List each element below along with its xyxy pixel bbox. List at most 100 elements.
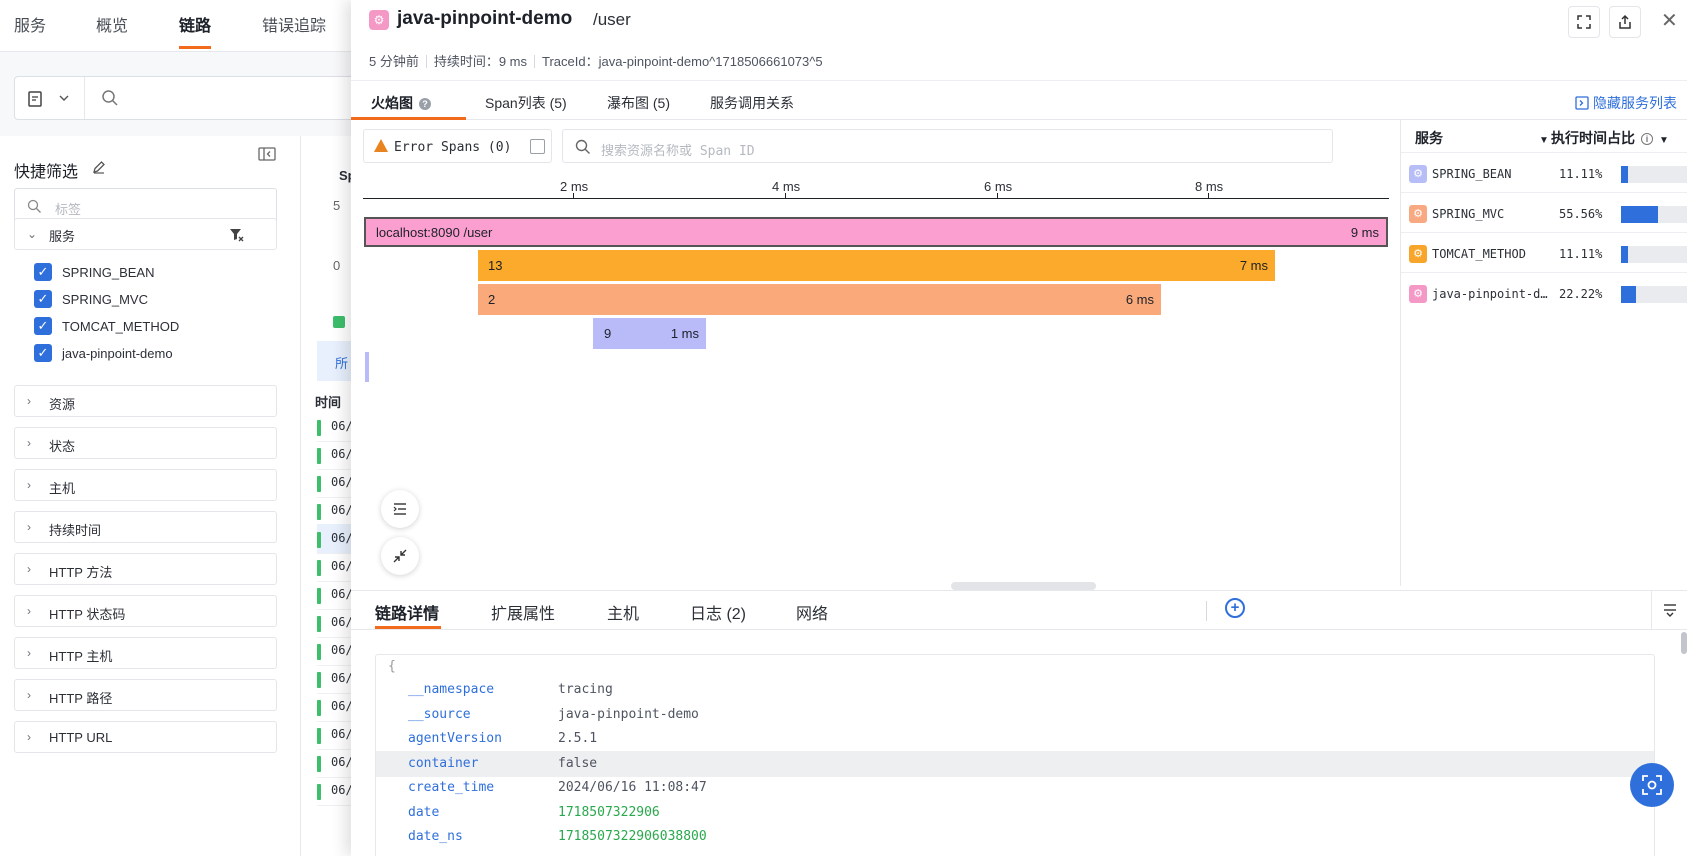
query-bar[interactable] <box>14 76 374 120</box>
service-name: java-pinpoint-demo <box>1432 287 1550 301</box>
row-time-fragment: 06/ <box>331 475 353 489</box>
row-time-fragment: 06/ <box>331 447 353 461</box>
fullscreen-button[interactable] <box>1568 6 1600 38</box>
clear-filter-icon[interactable] <box>229 227 245 243</box>
flame-span-tiny[interactable] <box>365 352 369 382</box>
attribute-row[interactable]: create_time 2024/06/16 11:08:47 <box>376 775 1654 801</box>
span-search-input[interactable]: 搜索资源名称或 Span ID <box>562 129 1333 163</box>
collapse-button[interactable] <box>381 537 419 575</box>
tab-trace-details[interactable]: 链路详情 <box>375 600 439 624</box>
axis-tick <box>997 193 998 199</box>
checkbox-checked-icon[interactable]: ✓ <box>34 290 52 308</box>
filter-group-http-path[interactable]: › HTTP 路径 <box>14 679 277 711</box>
tab-flame-graph[interactable]: 火焰图? <box>371 93 431 113</box>
trace-id[interactable]: TraceId：java-pinpoint-demo^1718506661073… <box>542 54 823 69</box>
filter-group-duration[interactable]: › 持续时间 <box>14 511 277 543</box>
service-icon: ⚙ <box>1409 245 1427 263</box>
checkbox-checked-icon[interactable]: ✓ <box>34 317 52 335</box>
service-ratio-panel: 服务 ▼ 执行时间占比 i ▼ ⚙ SPRING_BEAN 11.11% ⚙ SPRING_M… <box>1400 120 1687 586</box>
tab-service-map[interactable]: 服务调用关系 <box>710 93 794 113</box>
tab-network[interactable]: 网络 <box>796 600 828 624</box>
tab-host[interactable]: 主机 <box>607 600 639 624</box>
tab-extended-attributes[interactable]: 扩展属性 <box>491 600 555 624</box>
filter-group-label: 资源 <box>49 397 76 412</box>
attribute-key: __namespace <box>408 682 495 697</box>
service-column-header[interactable]: 服务 ▼ <box>1415 128 1549 148</box>
flame-span[interactable]: 9 1 ms <box>593 318 706 349</box>
status-bar <box>317 756 321 772</box>
nav-tab-error-tracking[interactable]: 错误追踪 <box>262 12 326 36</box>
status-bar <box>317 476 321 492</box>
info-icon[interactable]: i <box>1641 133 1653 145</box>
attribute-row[interactable]: date 1718507322906 <box>376 800 1654 826</box>
filter-group-http-status[interactable]: › HTTP 状态码 <box>14 595 277 627</box>
attribute-row[interactable]: __namespace tracing <box>376 677 1654 703</box>
resize-handle[interactable] <box>951 582 1096 590</box>
list-indent-icon <box>393 503 406 515</box>
filter-group-http-url[interactable]: › HTTP URL <box>14 721 277 753</box>
service-filter-label: TOMCAT_METHOD <box>62 319 180 334</box>
status-bar <box>317 644 321 660</box>
nav-tab-traces[interactable]: 链路 <box>179 12 212 49</box>
filter-group-host[interactable]: › 主机 <box>14 469 277 501</box>
top-nav: 服务 概览 链路 错误追踪 <box>0 0 360 52</box>
add-tab-icon[interactable]: + <box>1225 598 1245 618</box>
legend-swatch <box>333 316 345 328</box>
chevron-right-icon: › <box>27 562 31 576</box>
error-spans-filter[interactable]: Error Spans (0) <box>363 129 552 163</box>
service-ratio-row[interactable]: ⚙ SPRING_MVC 55.56% <box>1401 192 1687 235</box>
exec-ratio-column-header[interactable]: 执行时间占比 i ▼ <box>1551 128 1669 148</box>
service-pct: 22.22% <box>1559 287 1603 301</box>
row-time-fragment: 06/ <box>331 727 353 741</box>
collapse-sidebar-icon[interactable] <box>258 147 276 161</box>
axis-tick-label: 2 ms <box>560 179 589 194</box>
flame-span-root[interactable]: localhost:8090 /user 9 ms <box>364 217 1388 247</box>
chevron-right-icon: › <box>27 436 31 450</box>
nav-tab-overview[interactable]: 概览 <box>96 12 128 36</box>
filter-group-http-method[interactable]: › HTTP 方法 <box>14 553 277 585</box>
row-time-fragment: 06/ <box>331 699 353 713</box>
tab-span-list[interactable]: Span列表 (5) <box>485 93 567 113</box>
service-ratio-row[interactable]: ⚙ TOMCAT_METHOD 11.11% <box>1401 232 1687 275</box>
checkbox-checked-icon[interactable]: ✓ <box>34 263 52 281</box>
status-bar <box>317 784 321 800</box>
help-icon[interactable]: ? <box>419 98 431 110</box>
nav-tab-services[interactable]: 服务 <box>14 12 46 36</box>
detail-menu-button[interactable] <box>1651 591 1687 629</box>
attribute-row[interactable]: agentVersion 2.5.1 <box>376 726 1654 752</box>
filter-group-status[interactable]: › 状态 <box>14 427 277 459</box>
flame-span[interactable]: 2 6 ms <box>478 284 1161 315</box>
query-mode-select[interactable] <box>15 77 85 119</box>
span-duration: 7 ms <box>1239 258 1268 273</box>
axis-tick-label: 4 ms <box>772 179 801 194</box>
attribute-row[interactable]: container false <box>376 750 1654 777</box>
scrollbar[interactable] <box>1681 632 1687 654</box>
close-icon[interactable]: ✕ <box>1661 8 1678 33</box>
panel-toggle-icon <box>1575 96 1589 110</box>
status-bar <box>317 672 321 688</box>
error-spans-checkbox[interactable] <box>530 139 545 154</box>
row-time-fragment: 06/ <box>331 671 353 685</box>
attribute-row[interactable]: date_ns 1718507322906038800 <box>376 824 1654 850</box>
service-ratio-row[interactable]: ⚙ java-pinpoint-demo 22.22% <box>1401 272 1687 315</box>
filter-group-http-host[interactable]: › HTTP 主机 <box>14 637 277 669</box>
service-ratio-row[interactable]: ⚙ SPRING_BEAN 11.11% <box>1401 152 1687 195</box>
span-list-toggle-button[interactable] <box>381 490 419 528</box>
share-icon <box>1619 14 1631 29</box>
checkbox-checked-icon[interactable]: ✓ <box>34 344 52 362</box>
filter-group-resource[interactable]: › 资源 <box>14 385 277 417</box>
active-tab-indicator <box>351 117 466 120</box>
screenshot-fab[interactable] <box>1630 763 1674 807</box>
hide-service-list-link[interactable]: 隐藏服务列表 <box>1575 93 1677 113</box>
service-filter-label: SPRING_MVC <box>62 292 148 307</box>
edit-icon[interactable] <box>92 160 106 174</box>
tab-logs[interactable]: 日志 (2) <box>690 600 746 624</box>
attribute-row[interactable]: __source java-pinpoint-demo <box>376 702 1654 728</box>
tab-waterfall[interactable]: 瀑布图 (5) <box>607 93 670 113</box>
flame-span[interactable]: 13 7 ms <box>478 250 1275 281</box>
axis-tick <box>573 193 574 199</box>
trace-duration: 持续时间：9 ms <box>433 54 528 69</box>
share-button[interactable] <box>1609 6 1641 38</box>
attribute-value: java-pinpoint-demo <box>558 706 699 722</box>
filter-group-service[interactable]: ⌄ 服务 <box>14 218 277 250</box>
